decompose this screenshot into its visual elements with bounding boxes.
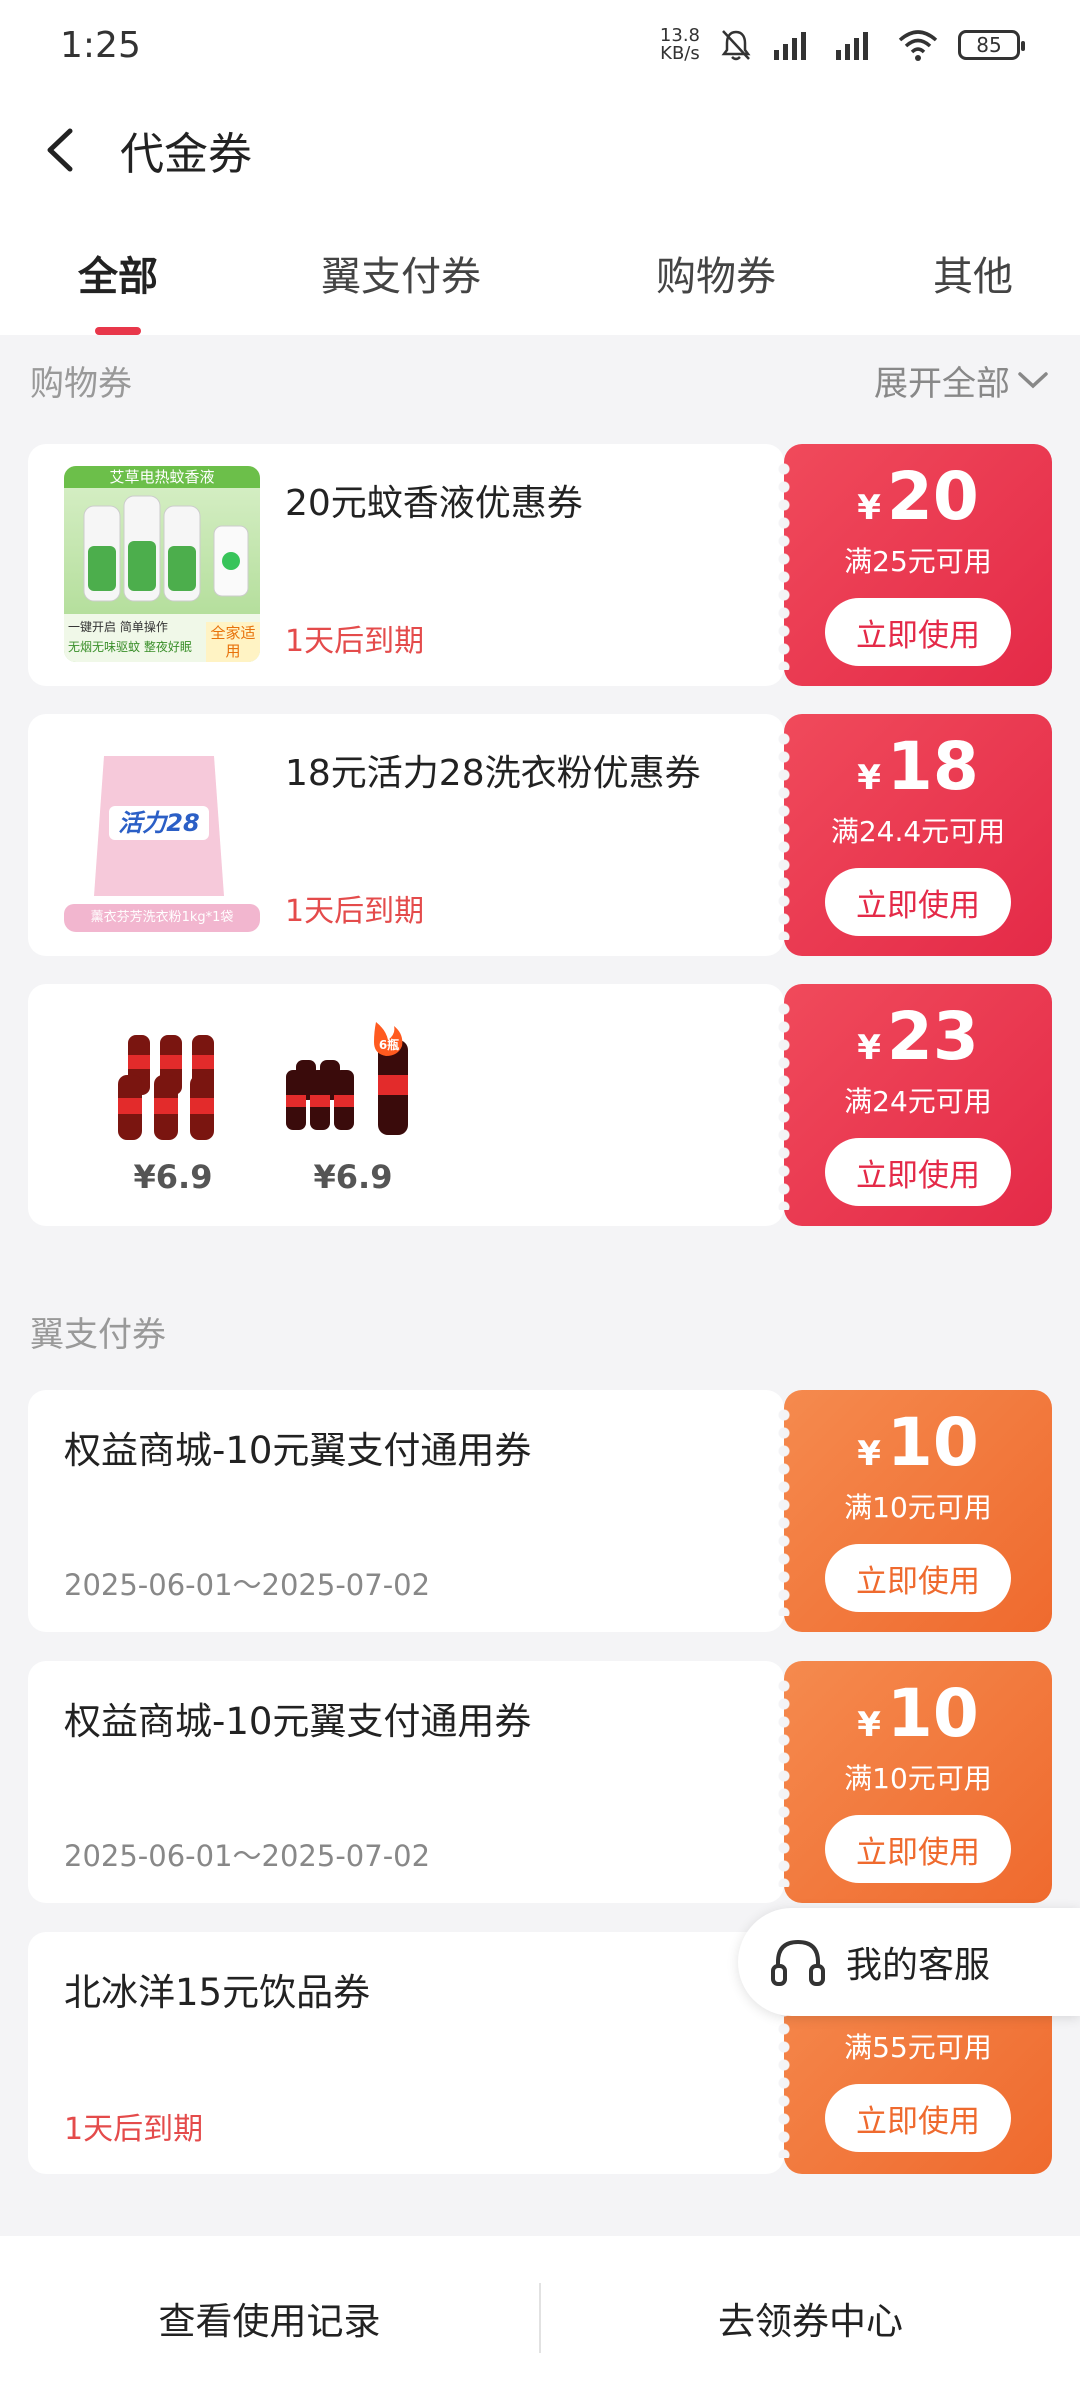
coupon-info: 北冰洋15元饮品券 1天后到期	[28, 1932, 784, 2174]
wifi-icon	[898, 30, 938, 61]
mute-bell-icon	[721, 30, 751, 61]
coupon-amount: ¥ 18	[857, 728, 979, 805]
coupon-card[interactable]: 活力28 薰衣芬芳洗衣粉1kg*1袋 18元活力28洗衣粉优惠券 1天后到期 ¥…	[28, 714, 1052, 956]
coupon-name: 20元蚊香液优惠券	[285, 483, 583, 524]
coupon-center-button[interactable]: 去领券中心	[541, 2291, 1080, 2345]
product-thumbnail: 艾草电热蚊香液 一键开启 简单操作 无烟无味驱蚊 整夜好眠 全家适用	[64, 466, 260, 662]
coupon-value-panel: ¥ 10 满10元可用 立即使用	[776, 1661, 1052, 1903]
coupon-amount: ¥ 10	[857, 1675, 979, 1752]
back-icon[interactable]	[0, 90, 120, 210]
coupon-name: 权益商城-10元翼支付通用券	[64, 1700, 532, 1743]
coupon-expiry: 1天后到期	[285, 624, 425, 659]
section-payment-header: 翼支付券	[0, 1286, 1080, 1376]
coupon-name: 18元活力28洗衣粉优惠券	[285, 753, 701, 794]
coupon-condition: 满10元可用	[844, 1491, 992, 1524]
section-title: 购物券	[30, 363, 132, 404]
status-time: 1:25	[60, 24, 141, 66]
tab-shopping-coupons[interactable]: 购物券	[566, 210, 866, 335]
coupon-validity: 2025-06-01～2025-07-02	[64, 1839, 431, 1873]
expand-all-button[interactable]: 展开全部	[874, 356, 1050, 405]
coupon-condition: 满55元可用	[844, 2031, 992, 2064]
coupon-value-panel: ¥ 18 满24.4元可用 立即使用	[776, 714, 1052, 956]
usage-history-button[interactable]: 查看使用记录	[0, 2291, 539, 2345]
coupon-value-panel: ¥ 23 满24元可用 立即使用	[776, 984, 1052, 1226]
section-title: 翼支付券	[30, 1314, 166, 1355]
battery-icon: 85	[958, 30, 1025, 60]
bottom-bar: 查看使用记录 去领券中心	[0, 2236, 1080, 2400]
product-item[interactable]: ¥6.9	[98, 1020, 248, 1196]
coupon-value-panel: ¥ 10 满10元可用 立即使用	[776, 1390, 1052, 1632]
coupon-card[interactable]: 权益商城-10元翼支付通用券 2025-06-01～2025-07-02 ¥ 1…	[28, 1661, 1052, 1903]
coupon-condition: 满24元可用	[844, 1085, 992, 1118]
coupon-condition: 满25元可用	[844, 545, 992, 578]
headset-icon	[771, 1939, 825, 1986]
signal-icon	[774, 32, 806, 60]
section-shopping-header: 购物券 展开全部	[0, 335, 1080, 425]
coupon-expiry: 1天后到期	[285, 894, 425, 929]
coupon-name: 北冰洋15元饮品券	[64, 1971, 371, 2014]
use-now-button[interactable]: 立即使用	[825, 1138, 1011, 1206]
coupon-card[interactable]: 权益商城-10元翼支付通用券 2025-06-01～2025-07-02 ¥ 1…	[28, 1390, 1052, 1632]
coupon-condition: 满24.4元可用	[830, 815, 1006, 848]
customer-service-label: 我的客服	[846, 1945, 991, 1986]
customer-service-button[interactable]: 我的客服	[738, 1908, 1080, 2016]
network-speed: 13.8 KB/s	[659, 25, 700, 64]
use-now-button[interactable]: 立即使用	[825, 598, 1011, 666]
product-price: ¥6.9	[133, 1158, 213, 1196]
coupon-info: ¥6.9 6瓶 ¥6.9	[28, 984, 784, 1226]
use-now-button[interactable]: 立即使用	[825, 2084, 1011, 2152]
coupon-info: 权益商城-10元翼支付通用券 2025-06-01～2025-07-02	[28, 1661, 784, 1903]
product-thumbnail: 活力28 薰衣芬芳洗衣粉1kg*1袋	[64, 736, 260, 932]
use-now-button[interactable]: 立即使用	[825, 1544, 1011, 1612]
status-bar: 1:25 13.8 KB/s 85	[0, 0, 1080, 90]
coupon-amount: ¥ 10	[857, 1404, 979, 1481]
header: 代金券	[0, 90, 1080, 210]
coupon-info: 艾草电热蚊香液 一键开启 简单操作 无烟无味驱蚊 整夜好眠 全家适用 20元蚊香…	[28, 444, 784, 686]
status-icons: 13.8 KB/s 85	[659, 25, 1025, 64]
tab-other[interactable]: 其他	[866, 210, 1080, 335]
coupon-validity: 2025-06-01～2025-07-02	[64, 1568, 431, 1602]
page-title: 代金券	[120, 129, 252, 180]
coupon-amount: ¥ 20	[857, 458, 979, 535]
coupon-info: 活力28 薰衣芬芳洗衣粉1kg*1袋 18元活力28洗衣粉优惠券 1天后到期	[28, 714, 784, 956]
tab-all[interactable]: 全部	[0, 210, 236, 335]
product-item[interactable]: 6瓶 ¥6.9	[278, 1020, 428, 1196]
tab-bar: 全部 翼支付券 购物券 其他	[0, 210, 1080, 335]
chevron-down-icon	[1018, 372, 1048, 389]
use-now-button[interactable]: 立即使用	[825, 868, 1011, 936]
coupon-amount: ¥ 23	[857, 998, 979, 1075]
coupon-name: 权益商城-10元翼支付通用券	[64, 1429, 532, 1472]
cola-pack-image	[286, 1022, 408, 1135]
coupon-condition: 满10元可用	[844, 1762, 992, 1795]
product-price: ¥6.9	[313, 1158, 393, 1196]
coupon-card[interactable]: 艾草电热蚊香液 一键开启 简单操作 无烟无味驱蚊 整夜好眠 全家适用 20元蚊香…	[28, 444, 1052, 686]
coupon-card[interactable]: ¥6.9 6瓶 ¥6.9 ¥ 23 满24元可用 立即使用	[28, 984, 1052, 1226]
tab-payment-coupons[interactable]: 翼支付券	[236, 210, 566, 335]
coupon-info: 权益商城-10元翼支付通用券 2025-06-01～2025-07-02	[28, 1390, 784, 1632]
coupon-value-panel: ¥ 20 满25元可用 立即使用	[776, 444, 1052, 686]
coupon-expiry: 1天后到期	[64, 2112, 204, 2147]
use-now-button[interactable]: 立即使用	[825, 1815, 1011, 1883]
signal-icon	[836, 32, 868, 60]
cola-bottles-image	[118, 1035, 214, 1140]
tab-active-indicator	[95, 327, 141, 335]
